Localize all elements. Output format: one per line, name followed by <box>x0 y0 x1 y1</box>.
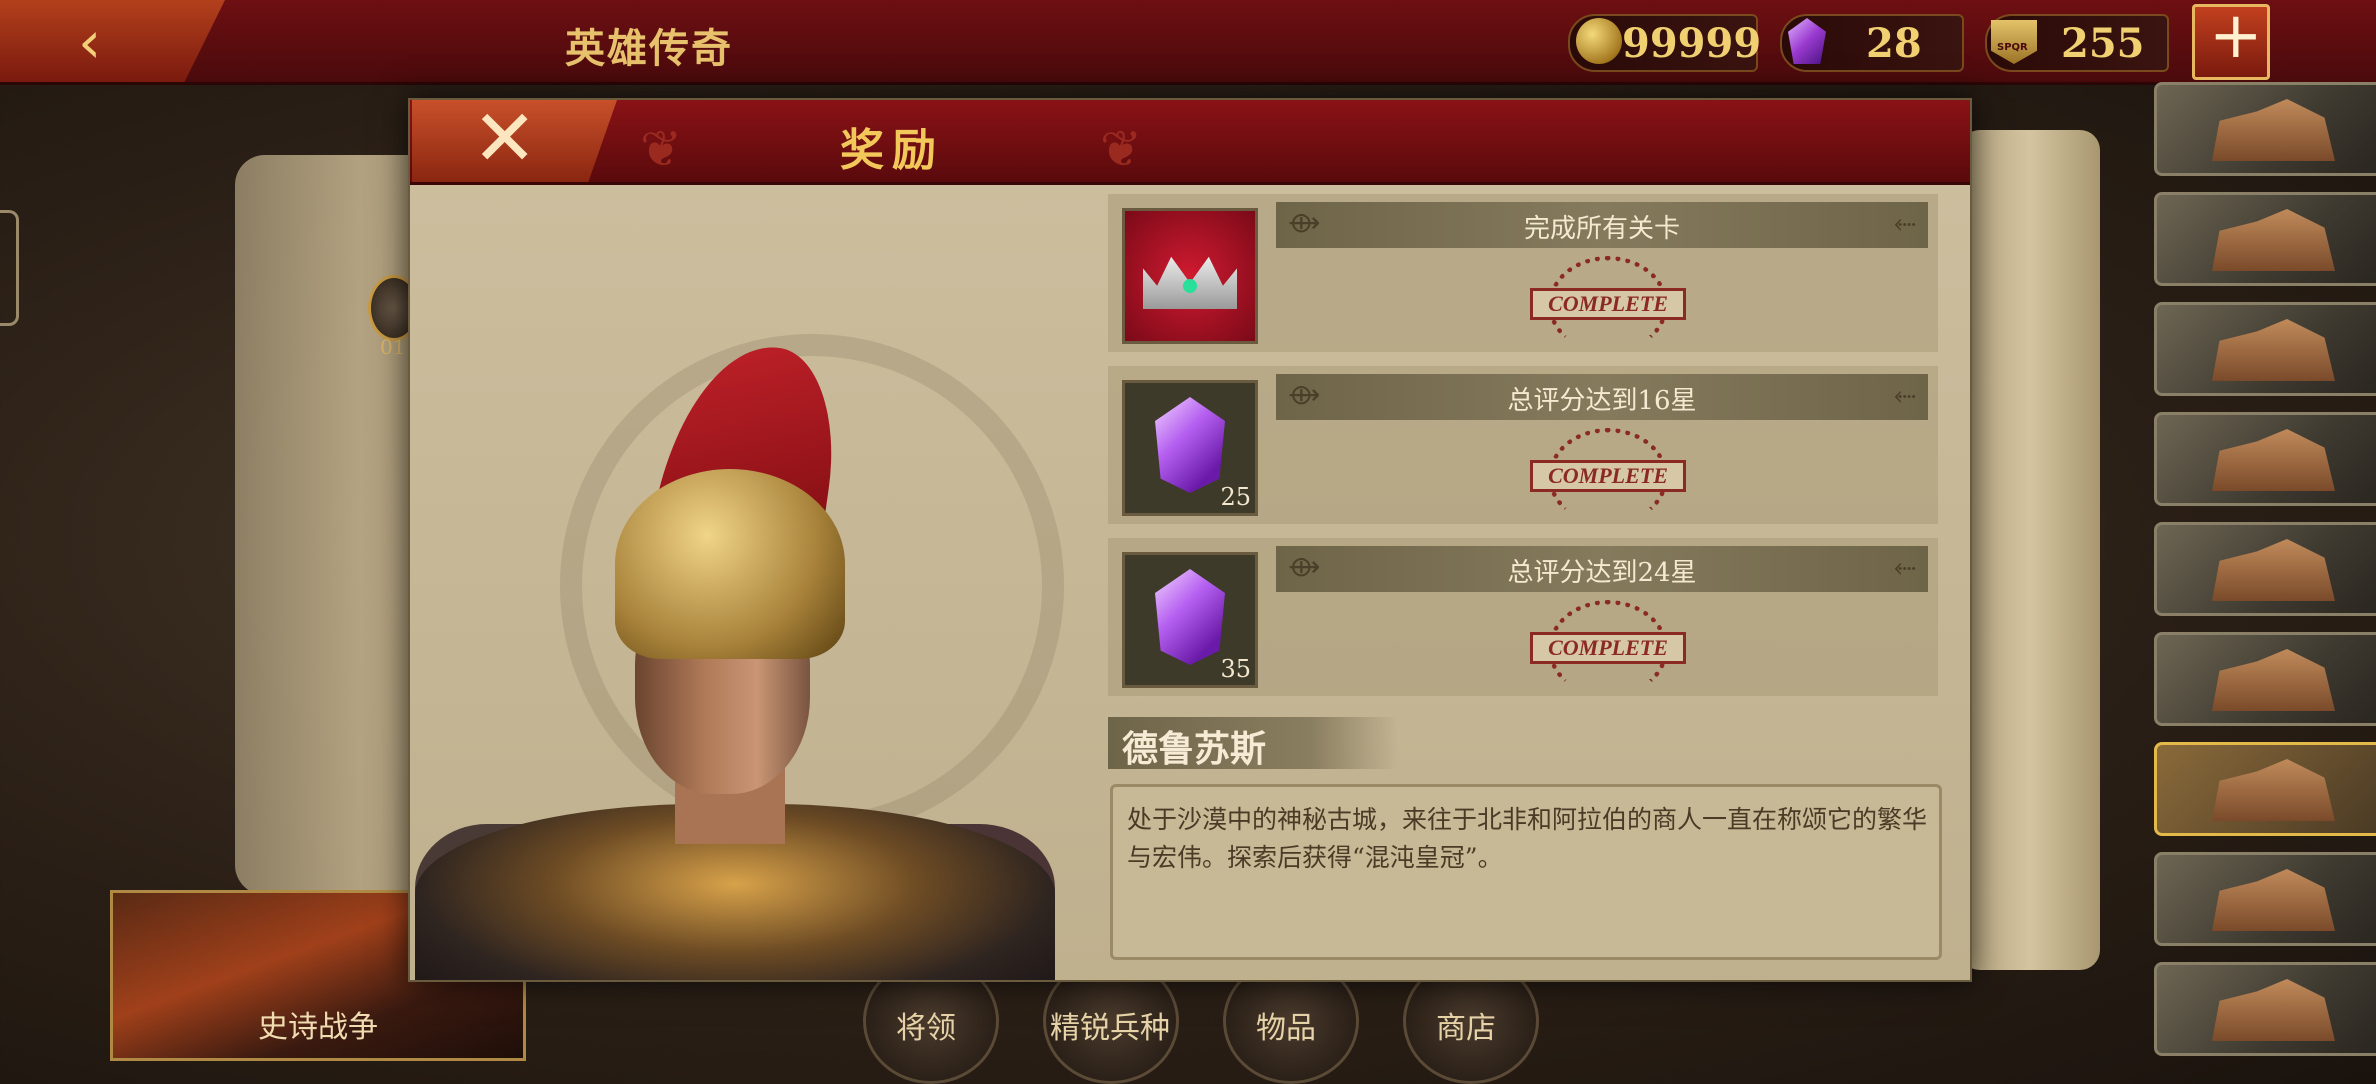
chaos-crown-icon[interactable] <box>1122 208 1258 344</box>
gold-counter[interactable]: 99999 <box>1568 14 1762 72</box>
purple-gem-icon[interactable]: 25 <box>1122 380 1258 516</box>
left-drawer-handle[interactable] <box>0 210 19 326</box>
gold-value: 99999 <box>1622 20 1762 67</box>
hero-name: 德鲁苏斯 <box>1122 728 1267 770</box>
reward-dialog: ❦ ❦ ✕ 奖励 ⟴ 完成所有关卡 ⬸ COMPLETE 25 ⟴ 总评分达到1… <box>408 98 1972 982</box>
laurel-left-icon: ❦ <box>640 120 682 178</box>
crown-jewel <box>1183 279 1197 293</box>
epic-war-label: 史诗战争 <box>258 1010 378 1045</box>
reward-quantity: 25 <box>1220 483 1251 511</box>
ruins-icon <box>2212 429 2335 491</box>
chapter-tile-9[interactable] <box>2154 962 2376 1056</box>
dialog-title: 奖励 <box>840 125 944 176</box>
chapter-tile-1[interactable] <box>2154 82 2376 176</box>
complete-label: COMPLETE <box>1530 288 1686 320</box>
right-scroll-decoration <box>1960 130 2100 970</box>
hero-helmet <box>615 469 845 659</box>
ornament-right-icon: ⬸ <box>1893 550 1916 583</box>
chapter-tile-5[interactable] <box>2154 522 2376 616</box>
marker-label: 01 <box>380 335 406 359</box>
plus-icon: + <box>2209 0 2263 73</box>
complete-stamp: COMPLETE <box>1530 428 1686 526</box>
spqr-emblem-icon: SPQR <box>1991 20 2037 64</box>
requirement-banner: ⟴ 总评分达到24星 ⬸ <box>1276 546 1928 592</box>
close-button[interactable]: ✕ <box>412 100 617 182</box>
chapter-tile-4[interactable] <box>2154 412 2376 506</box>
spqr-emblem-text: SPQR <box>1997 42 2028 53</box>
gem-value: 28 <box>1866 20 1922 67</box>
petra-icon <box>2212 759 2335 821</box>
gold-coin-icon <box>1576 18 1622 64</box>
gem-shape <box>1155 569 1225 665</box>
gem-counter[interactable]: 28 <box>1780 14 1964 72</box>
nav-shop-label: 商店 <box>1436 1011 1496 1046</box>
castle-icon <box>2212 209 2335 271</box>
requirement-text: 完成所有关卡 <box>1523 214 1680 244</box>
great-wall-icon <box>2212 649 2335 711</box>
ornament-right-icon: ⬸ <box>1893 378 1916 411</box>
pyramid-icon <box>2212 979 2335 1041</box>
add-resource-button[interactable]: + <box>2192 0 2270 80</box>
chapter-tile-2[interactable] <box>2154 192 2376 286</box>
chapter-tile-7[interactable] <box>2154 742 2376 836</box>
spqr-value: 255 <box>2061 20 2145 67</box>
complete-stamp: COMPLETE <box>1530 256 1686 354</box>
requirement-text: 总评分达到16星 <box>1507 386 1697 416</box>
gem-shape <box>1155 397 1225 493</box>
close-icon: ✕ <box>472 94 538 184</box>
requirement-text: 总评分达到24星 <box>1507 558 1697 588</box>
ornament-right-icon: ⬸ <box>1893 206 1916 239</box>
nav-generals-label: 将领 <box>896 1011 956 1046</box>
description-text: 处于沙漠中的神秘古城，来往于北非和阿拉伯的商人一直在称颂它的繁华与宏伟。探索后获… <box>1127 805 1928 872</box>
chapter-tile-6[interactable] <box>2154 632 2376 726</box>
reward-quantity: 35 <box>1220 655 1251 683</box>
laurel-right-icon: ❦ <box>1100 120 1142 178</box>
complete-stamp: COMPLETE <box>1530 600 1686 698</box>
back-arrow-icon: ‹ <box>78 8 102 76</box>
spqr-counter[interactable]: SPQR 255 <box>1985 14 2169 72</box>
chapter-tile-3[interactable] <box>2154 302 2376 396</box>
description-box: 处于沙漠中的神秘古城，来往于北非和阿拉伯的商人一直在称颂它的繁华与宏伟。探索后获… <box>1110 784 1942 960</box>
purple-gem-icon <box>1788 18 1826 64</box>
requirement-banner: ⟴ 完成所有关卡 ⬸ <box>1276 202 1928 248</box>
fortress-icon <box>2212 99 2335 161</box>
reward-row: 35 ⟴ 总评分达到24星 ⬸ COMPLETE <box>1108 538 1938 698</box>
requirement-banner: ⟴ 总评分达到16星 ⬸ <box>1276 374 1928 420</box>
page-title: 英雄传奇 <box>565 25 733 72</box>
complete-label: COMPLETE <box>1530 460 1686 492</box>
nav-items-label: 物品 <box>1256 1011 1316 1046</box>
nav-elite-troops-label: 精锐兵种 <box>1050 1011 1170 1046</box>
garden-icon <box>2212 539 2335 601</box>
temple-icon <box>2212 869 2335 931</box>
rotunda-icon <box>2212 319 2335 381</box>
reward-row: ⟴ 完成所有关卡 ⬸ COMPLETE <box>1108 194 1938 354</box>
hero-portrait <box>410 184 1110 980</box>
dialog-header: ❦ ❦ <box>410 100 1970 185</box>
purple-gem-icon[interactable]: 35 <box>1122 552 1258 688</box>
reward-row: 25 ⟴ 总评分达到16星 ⬸ COMPLETE <box>1108 366 1938 526</box>
chapter-tile-8[interactable] <box>2154 852 2376 946</box>
complete-label: COMPLETE <box>1530 632 1686 664</box>
